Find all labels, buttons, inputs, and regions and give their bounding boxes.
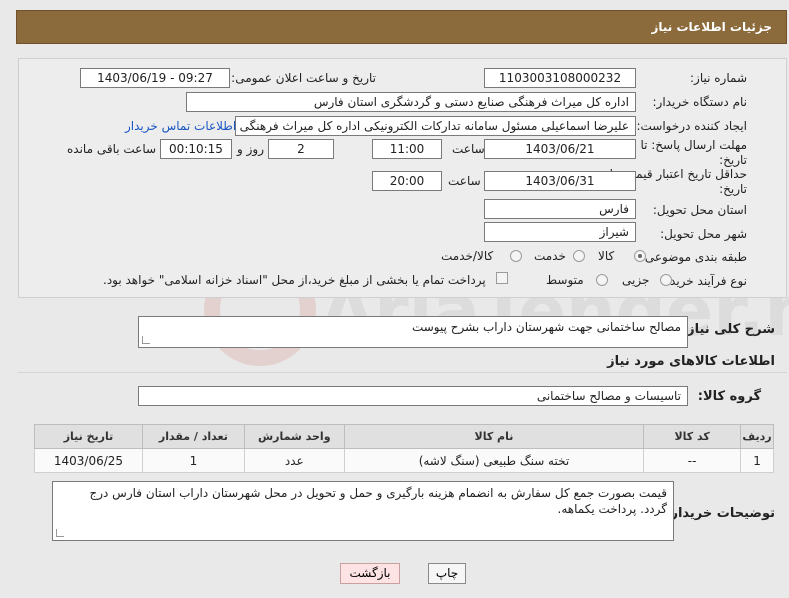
deadline-time-field: 11:00 — [372, 139, 442, 159]
city-label: شهر محل تحویل: — [660, 227, 747, 241]
col-name: نام کالا — [343, 424, 645, 449]
category-option-service: خدمت — [534, 249, 566, 263]
buyer-field: اداره کل میراث فرهنگی صنایع دستی و گردشگ… — [186, 92, 636, 112]
process-option-medium: متوسط — [546, 273, 584, 287]
province-label: استان محل تحویل: — [652, 203, 747, 217]
province-field: فارس — [484, 199, 636, 219]
buyer-notes-label: توضیحات خریدار: — [665, 506, 775, 521]
deadline-label-line1: مهلت ارسال پاسخ: تا — [640, 138, 747, 152]
page-title: جزئیات اطلاعات نیاز — [651, 20, 772, 34]
col-row: ردیف — [740, 424, 774, 449]
col-unit: واحد شمارش — [243, 424, 345, 449]
treasury-payment-checkbox[interactable] — [496, 272, 508, 284]
category-label: طبقه بندی موضوعی: — [640, 250, 747, 264]
deadline-date-field: 1403/06/21 — [484, 139, 636, 159]
goods-table-header: ردیف کد کالا نام کالا واحد شمارش تعداد /… — [34, 424, 774, 449]
validity-date-field: 1403/06/31 — [484, 171, 636, 191]
category-option-goods: کالا — [598, 249, 615, 263]
deadline-time-label: ساعت — [452, 142, 485, 156]
need-number-label: شماره نیاز: — [690, 71, 747, 85]
creator-field: علیرضا اسماعیلی مسئول سامانه تدارکات الک… — [235, 116, 636, 136]
time-remaining-field: 00:10:15 — [160, 139, 232, 159]
announce-datetime-field: 1403/06/19 - 09:27 — [80, 68, 230, 88]
col-date: تاریخ نیاز — [34, 424, 143, 449]
buyer-label: نام دستگاه خریدار: — [652, 95, 748, 109]
city-field: شیراز — [484, 222, 636, 242]
resize-grip-icon[interactable] — [142, 336, 150, 344]
time-remaining-label: ساعت باقی مانده — [67, 142, 157, 156]
col-qty: تعداد / مقدار — [141, 424, 245, 449]
buyer-contact-link[interactable]: اطلاعات تماس خریدار — [125, 119, 236, 133]
need-description-label: شرح کلی نیاز: — [681, 322, 775, 337]
days-label: روز و — [237, 142, 264, 156]
cell-row: 1 — [740, 448, 774, 473]
need-description-field: مصالح ساختمانی جهت شهرستان داراب بشرح پی… — [138, 316, 688, 348]
buyer-notes-text: قیمت بصورت جمع کل سفارش به انضمام هزینه … — [89, 486, 667, 516]
category-radio-goods[interactable] — [634, 250, 646, 262]
process-label: نوع فرآیند خرید : — [662, 274, 747, 288]
goods-group-label: گروه کالا: — [697, 389, 761, 404]
validity-time-label: ساعت — [448, 174, 481, 188]
col-code: کد کالا — [643, 424, 742, 449]
creator-label: ایجاد کننده درخواست: — [636, 119, 747, 133]
back-button[interactable]: بازگشت — [340, 563, 400, 584]
process-radio-medium[interactable] — [596, 274, 608, 286]
process-radio-minor[interactable] — [660, 274, 672, 286]
treasury-payment-note: پرداخت تمام یا بخشی از مبلغ خرید،از محل … — [103, 273, 486, 287]
category-radio-service[interactable] — [573, 250, 585, 262]
deadline-label-line2: تاریخ: — [719, 153, 747, 167]
section-divider — [18, 372, 787, 373]
resize-grip-icon[interactable] — [56, 529, 64, 537]
need-number-field: 1103003108000232 — [484, 68, 636, 88]
need-description-text: مصالح ساختمانی جهت شهرستان داراب بشرح پی… — [411, 320, 681, 334]
category-radio-goods-service[interactable] — [510, 250, 522, 262]
validity-label-line2: تاریخ: — [719, 182, 747, 196]
process-option-minor: جزیی — [622, 273, 650, 287]
page-header: جزئیات اطلاعات نیاز — [16, 10, 787, 44]
category-option-goods-service: کالا/خدمت — [441, 249, 494, 263]
deadline-label: مهلت ارسال پاسخ: تا تاریخ: — [640, 138, 747, 168]
print-button[interactable]: چاپ — [428, 563, 466, 584]
goods-group-field: تاسیسات و مصالح ساختمانی — [138, 386, 688, 406]
goods-section-title: اطلاعات کالاهای مورد نیاز — [607, 354, 775, 369]
announce-label: تاریخ و ساعت اعلان عمومی: — [231, 71, 376, 85]
days-remaining-field: 2 — [268, 139, 334, 159]
buyer-notes-box: قیمت بصورت جمع کل سفارش به انضمام هزینه … — [52, 481, 674, 541]
validity-time-field: 20:00 — [372, 171, 442, 191]
